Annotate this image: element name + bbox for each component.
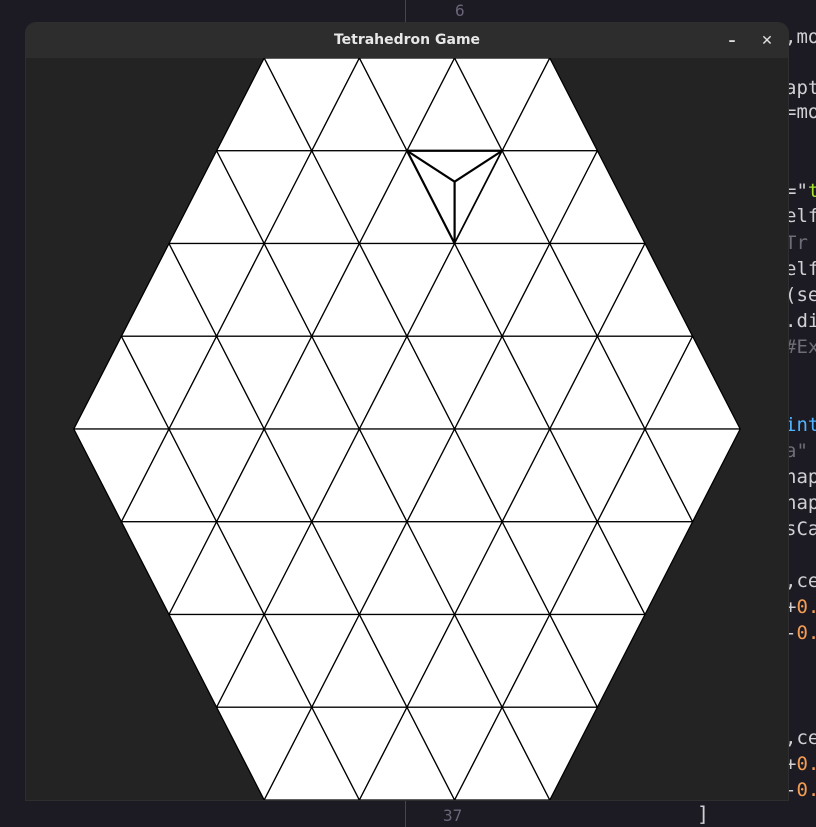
code-closing-bracket: ] xyxy=(697,802,710,826)
code-token: #Ex xyxy=(785,336,816,358)
code-token: int xyxy=(785,414,816,436)
code-token: =mo xyxy=(785,101,816,123)
code-token: t xyxy=(807,180,816,202)
code-fragment: Tr xyxy=(785,232,808,254)
code-fragment: =mo xyxy=(785,101,816,123)
code-token: 0. xyxy=(796,596,816,618)
code-fragment: hap xyxy=(785,466,816,488)
triangle-board[interactable] xyxy=(26,57,788,800)
code-fragment: #Ex xyxy=(785,336,816,358)
code-fragment: a" xyxy=(785,440,808,462)
code-token: ,ce xyxy=(785,727,816,749)
code-fragment: elf xyxy=(785,205,816,227)
minimize-button[interactable]: – xyxy=(719,28,745,54)
code-token: ,mo xyxy=(785,26,816,48)
code-token: Tr xyxy=(785,232,808,254)
code-token: sCa xyxy=(785,518,816,540)
window-title: Tetrahedron Game xyxy=(333,32,481,48)
code-token: 0. xyxy=(796,779,816,801)
code-token: 0. xyxy=(796,622,816,644)
code-token: elf xyxy=(785,205,816,227)
code-fragment: int xyxy=(785,414,816,436)
code-fragment: ,ce xyxy=(785,727,816,749)
code-token: hap xyxy=(785,466,816,488)
code-fragment: (se xyxy=(785,284,816,306)
code-token: apt xyxy=(785,77,816,99)
game-window[interactable]: Tetrahedron Game – ✕ xyxy=(26,23,788,800)
code-fragment: ,ce xyxy=(785,570,816,592)
code-token: 0. xyxy=(796,753,816,775)
code-fragment: -0. xyxy=(785,779,816,801)
code-fragment: +0. xyxy=(785,753,816,775)
code-token: (se xyxy=(785,284,816,306)
game-canvas[interactable] xyxy=(26,57,788,800)
code-fragment: +0. xyxy=(785,596,816,618)
window-titlebar[interactable]: Tetrahedron Game – ✕ xyxy=(26,23,788,58)
code-fragment: sCa xyxy=(785,518,816,540)
code-fragment: ="t xyxy=(785,180,816,202)
line-number: 37 xyxy=(443,806,463,825)
code-fragment: .di xyxy=(785,310,816,332)
code-fragment: elf xyxy=(785,258,816,280)
code-fragment: apt xyxy=(785,77,816,99)
code-fragment: -0. xyxy=(785,622,816,644)
code-token: hap xyxy=(785,492,816,514)
code-token: elf xyxy=(785,258,816,280)
code-token: ,ce xyxy=(785,570,816,592)
close-button[interactable]: ✕ xyxy=(754,28,780,54)
code-token: a" xyxy=(785,440,808,462)
code-token: .di xyxy=(785,310,816,332)
line-number: 6 xyxy=(455,1,465,20)
code-token: =" xyxy=(785,180,808,202)
code-fragment: ,mo xyxy=(785,26,816,48)
code-fragment: hap xyxy=(785,492,816,514)
